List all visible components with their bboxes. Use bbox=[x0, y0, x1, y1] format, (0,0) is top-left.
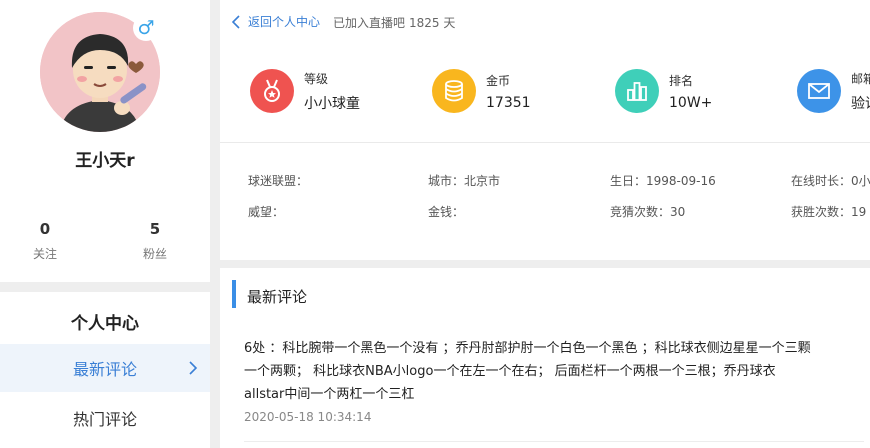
coins-badge: 金币 17351 bbox=[432, 69, 531, 113]
back-link-label: 返回个人中心 bbox=[248, 15, 321, 29]
menu-item-latest-comments[interactable]: 最新评论 bbox=[0, 344, 210, 392]
email-value: 验证 bbox=[851, 95, 870, 112]
back-to-personal-center-link[interactable]: 返回个人中心 bbox=[232, 13, 320, 30]
level-badge: 等级 小小球童 bbox=[250, 69, 360, 113]
username: 王小天r bbox=[75, 151, 135, 171]
comment-timestamp: 2020-05-18 10:34:14 bbox=[244, 410, 372, 424]
followers-label: 粉丝 bbox=[142, 247, 167, 261]
comment-divider bbox=[244, 441, 864, 442]
ranking-icon bbox=[615, 69, 659, 113]
menu-item-hot-comments[interactable]: 热门评论 bbox=[0, 394, 210, 442]
chevron-left-icon bbox=[232, 14, 240, 29]
coins-label: 金币 bbox=[486, 73, 511, 88]
chevron-right-icon bbox=[189, 361, 198, 375]
prestige-info: 威望： bbox=[248, 205, 285, 219]
menu-title: 个人中心 bbox=[71, 314, 139, 334]
medal-icon bbox=[250, 69, 294, 113]
left-column: ♂ 王小天r 0 关注 5 粉丝 个人中心 最新评论 热门评论 bbox=[0, 0, 210, 448]
ranking-badge: 排名 10W+ bbox=[615, 69, 712, 113]
level-value: 小小球童 bbox=[304, 95, 360, 112]
birthday-info: 生日：1998-09-16 bbox=[610, 174, 716, 188]
coins-icon bbox=[432, 69, 476, 113]
followers-count: 5 bbox=[149, 220, 161, 238]
menu-item-label: 最新评论 bbox=[72, 360, 137, 379]
menu-item-label: 热门评论 bbox=[72, 410, 137, 429]
joined-duration: 已加入直播吧 1825 天 bbox=[333, 14, 455, 31]
money-info: 金钱： bbox=[428, 205, 465, 219]
followers-stat[interactable]: 5 粉丝 bbox=[110, 220, 200, 262]
latest-comments-section: 最新评论 6处 ：科比腕带一个黑色一个没有 ；乔丹肘部护肘一个白色一个黑色 ；科… bbox=[220, 268, 870, 448]
joined-days: 1825 天 bbox=[409, 16, 456, 30]
following-stat[interactable]: 0 关注 bbox=[0, 220, 90, 262]
personal-center-menu: 个人中心 最新评论 热门评论 bbox=[0, 292, 210, 448]
profile-card: ♂ 王小天r 0 关注 5 粉丝 bbox=[0, 0, 210, 282]
user-overview-card: 返回个人中心 已加入直播吧 1825 天 等级 小小球童 金币 17351 排名… bbox=[220, 0, 870, 260]
comment-text[interactable]: 6处 ：科比腕带一个黑色一个没有 ；乔丹肘部护肘一个白色一个黑色 ；科比球衣侧边… bbox=[244, 337, 814, 406]
divider bbox=[220, 142, 870, 143]
fan-league-info: 球迷联盟： bbox=[248, 174, 309, 188]
section-title: 最新评论 bbox=[247, 288, 308, 306]
following-label: 关注 bbox=[32, 247, 57, 261]
win-count-info: 获胜次数：19 bbox=[791, 205, 867, 219]
following-count: 0 bbox=[39, 220, 51, 238]
city-info: 城市：北京市 bbox=[428, 174, 501, 188]
joined-label: 已加入直播吧 bbox=[333, 16, 406, 30]
email-label: 邮箱 bbox=[851, 71, 870, 86]
ranking-label: 排名 bbox=[669, 73, 694, 88]
ranking-value: 10W+ bbox=[669, 94, 713, 111]
level-label: 等级 bbox=[304, 71, 329, 86]
mail-icon bbox=[797, 69, 841, 113]
coins-value: 17351 bbox=[486, 94, 531, 111]
email-badge[interactable]: 邮箱 验证 bbox=[797, 69, 870, 113]
online-time-info: 在线时长：0小时 bbox=[791, 174, 870, 188]
male-gender-icon: ♂ bbox=[133, 15, 159, 41]
guess-count-info: 竞猜次数：30 bbox=[610, 205, 686, 219]
section-accent-bar bbox=[232, 280, 236, 308]
